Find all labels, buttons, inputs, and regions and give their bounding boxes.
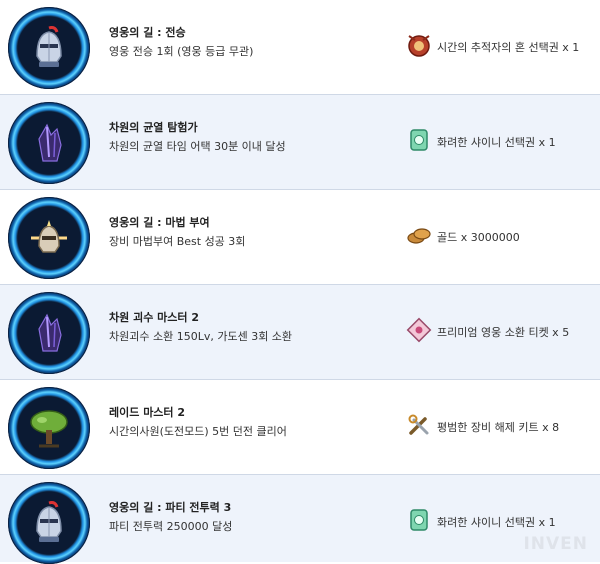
watermark-text: INVEN bbox=[523, 534, 588, 554]
achievement-description: 파티 전투력 250000 달성 bbox=[109, 520, 233, 533]
achievement-title: 레이드 마스터 2 bbox=[109, 406, 186, 419]
achievement-description: 시간의사원(도전모드) 5번 던전 클리어 bbox=[109, 425, 287, 438]
achievement-description: 영웅 전승 1회 (영웅 등급 무관) bbox=[109, 45, 254, 58]
reward-text: 화려한 샤이니 선택권 x 1 bbox=[437, 516, 556, 529]
achievement-title: 영웅의 길 : 전승 bbox=[109, 26, 186, 39]
crystal-rift-icon bbox=[8, 102, 90, 184]
tree-icon bbox=[8, 387, 90, 469]
achievement-title: 영웅의 길 : 마법 부여 bbox=[109, 216, 210, 229]
premium-ticket-icon bbox=[406, 317, 432, 343]
achievement-title: 차원의 균열 탐험가 bbox=[109, 121, 198, 134]
achievement-title: 영웅의 길 : 파티 전투력 3 bbox=[109, 501, 232, 514]
reward-text: 화려한 샤이니 선택권 x 1 bbox=[437, 136, 556, 149]
reward-text: 골드 x 3000000 bbox=[437, 231, 520, 244]
achievement-row: 영웅의 길 : 전승 영웅 전승 1회 (영웅 등급 무관) 시간의 추적자의 … bbox=[0, 0, 600, 96]
reward-text: 시간의 추적자의 혼 선택권 x 1 bbox=[437, 41, 580, 54]
achievement-row: 차원의 균열 탐험가 차원의 균열 타임 어택 30분 이내 달성 화려한 샤이… bbox=[0, 94, 600, 190]
achievement-title: 차원 괴수 마스터 2 bbox=[109, 311, 199, 324]
soul-orb-icon bbox=[406, 32, 432, 58]
green-ticket-icon bbox=[406, 127, 432, 153]
achievement-row: 영웅의 길 : 마법 부여 장비 마법부여 Best 성공 3회 골드 x 30… bbox=[0, 189, 600, 285]
achievement-description: 차원의 균열 타임 어택 30분 이내 달성 bbox=[109, 140, 286, 153]
reward-text: 평범한 장비 해제 키트 x 8 bbox=[437, 421, 560, 434]
achievement-row: 레이드 마스터 2 시간의사원(도전모드) 5번 던전 클리어 평범한 장비 해… bbox=[0, 379, 600, 475]
crystal-rift-icon bbox=[8, 292, 90, 374]
knight-helmet-icon bbox=[8, 7, 90, 89]
green-ticket-icon bbox=[406, 507, 432, 533]
achievement-row: 차원 괴수 마스터 2 차원괴수 소환 150Lv, 가도센 3회 소환 프리미… bbox=[0, 284, 600, 380]
reward-text: 프리미엄 영웅 소환 티켓 x 5 bbox=[437, 326, 570, 339]
tools-icon bbox=[406, 412, 432, 438]
achievement-row: 영웅의 길 : 파티 전투력 3 파티 전투력 250000 달성 화려한 샤이… bbox=[0, 474, 600, 564]
gold-coins-icon bbox=[406, 222, 432, 248]
achievement-description: 장비 마법부여 Best 성공 3회 bbox=[109, 235, 246, 248]
knight-helmet-icon bbox=[8, 482, 90, 564]
achievement-list: 영웅의 길 : 전승 영웅 전승 1회 (영웅 등급 무관) 시간의 추적자의 … bbox=[0, 0, 600, 564]
achievement-description: 차원괴수 소환 150Lv, 가도센 3회 소환 bbox=[109, 330, 293, 343]
enchant-armor-icon bbox=[8, 197, 90, 279]
